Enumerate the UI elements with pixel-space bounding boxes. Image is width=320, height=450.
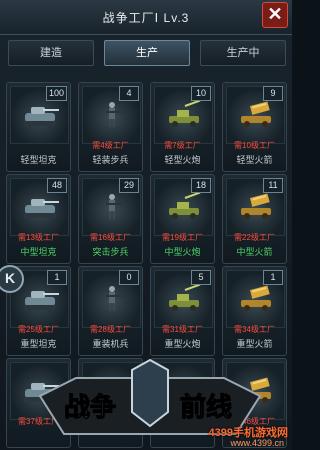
unit-count-badge: 5 xyxy=(191,270,211,285)
tank-icon xyxy=(24,291,59,310)
unit-requirement: 需4级工厂 xyxy=(92,141,129,150)
unit-count-badge: 48 xyxy=(47,178,67,193)
unit-card[interactable]: 10 需7级工厂轻型火炮 xyxy=(150,82,215,172)
unit-name: 突击步兵 xyxy=(92,247,129,257)
unit-count-badge: 18 xyxy=(191,178,211,193)
unit-name: 重型火炮 xyxy=(164,339,201,349)
unit-count-badge: 100 xyxy=(45,86,67,101)
unit-name: 轻型火炮 xyxy=(164,155,201,165)
close-button[interactable]: ✕ xyxy=(262,2,288,28)
tab-build[interactable]: 建造 xyxy=(8,40,94,66)
unit-count-badge: 1 xyxy=(263,270,283,285)
unit-requirement: 需7级工厂 xyxy=(164,141,201,150)
unit-requirement: 需19级工厂 xyxy=(162,233,203,242)
unit-name: 中型坦克 xyxy=(20,247,57,257)
unit-name: 轻装步兵 xyxy=(92,155,129,165)
rocket-launcher-icon xyxy=(241,101,271,127)
unit-count-badge: 10 xyxy=(191,86,211,101)
unit-card[interactable]: 5 需31级工厂 重型火炮 xyxy=(150,266,215,356)
unit-card[interactable]: 48 需13级工厂 中型坦克 xyxy=(6,174,71,264)
unit-card[interactable]: 18 需19级工厂 中型火炮 xyxy=(150,174,215,264)
tank-icon xyxy=(24,199,59,218)
unit-name: 中型火炮 xyxy=(164,247,201,257)
logo-text-right: 前线 xyxy=(180,392,232,422)
artillery-icon xyxy=(169,285,201,311)
rocket-launcher-icon xyxy=(241,285,271,311)
unit-requirement: 需10级工厂 xyxy=(234,141,275,150)
logo-text-left: 战争 xyxy=(64,392,116,422)
unit-name: 中型火箭 xyxy=(236,247,273,257)
artillery-icon xyxy=(169,193,201,219)
unit-requirement: 需28级工厂 xyxy=(90,325,131,334)
unit-card[interactable]: 9 需10级工厂 轻型火箭 xyxy=(222,82,287,172)
watermark: 4399手机游戏网 www.4399.cn xyxy=(184,424,292,450)
unit-card[interactable]: 0 需28级工厂 重装机兵 xyxy=(78,266,143,356)
tab-produce[interactable]: 生产 xyxy=(104,40,190,66)
infantry-icon xyxy=(106,286,122,311)
unit-card[interactable]: 11 需22级工厂 中型火箭 xyxy=(222,174,287,264)
unit-requirement: 需31级工厂 xyxy=(162,325,203,334)
window-title: 战争工厂Ⅰ Lv.3 xyxy=(102,11,190,25)
unit-count-badge: 9 xyxy=(263,86,283,101)
unit-count-badge: 11 xyxy=(263,178,283,193)
unit-card[interactable]: 100 轻型坦克 xyxy=(6,82,71,172)
tab-bar: 建造 生产 生产中 xyxy=(6,40,286,66)
watermark-url: www.4399.cn xyxy=(230,438,284,448)
unit-count-badge: 0 xyxy=(119,270,139,285)
unit-requirement: 需25级工厂 xyxy=(18,325,59,334)
unit-requirement: 需34级工厂 xyxy=(234,325,275,334)
unit-name: 轻型坦克 xyxy=(20,155,57,165)
tank-icon xyxy=(24,107,59,126)
unit-name: 重装机兵 xyxy=(92,339,129,349)
unit-count-badge: 4 xyxy=(119,86,139,101)
title-bar: 战争工厂Ⅰ Lv.3 ✕ xyxy=(0,0,292,35)
unit-name: 重型坦克 xyxy=(20,339,57,349)
unit-requirement: 需16级工厂 xyxy=(90,233,131,242)
infantry-icon xyxy=(106,102,122,127)
unit-card[interactable]: 1 需34级工厂 重型火箭 xyxy=(222,266,287,356)
unit-requirement: 需22级工厂 xyxy=(234,233,275,242)
unit-name: 重型火箭 xyxy=(236,339,273,349)
infantry-icon xyxy=(106,194,122,219)
rocket-launcher-icon xyxy=(241,193,271,219)
unit-card[interactable]: 29 需16级工厂 突击步兵 xyxy=(78,174,143,264)
factory-window: 战争工厂Ⅰ Lv.3 ✕ 建造 生产 生产中 100 轻型坦克 4 需4级工厂 轻装步兵… xyxy=(0,0,292,450)
artillery-icon xyxy=(169,101,201,127)
unit-name: 轻型火箭 xyxy=(236,155,273,165)
unit-count-badge: 29 xyxy=(119,178,139,193)
unit-count-badge: 1 xyxy=(47,270,67,285)
tab-producing[interactable]: 生产中 xyxy=(200,40,286,66)
unit-requirement: 需13级工厂 xyxy=(18,233,59,242)
unit-card[interactable]: 4 需4级工厂轻装步兵 xyxy=(78,82,143,172)
